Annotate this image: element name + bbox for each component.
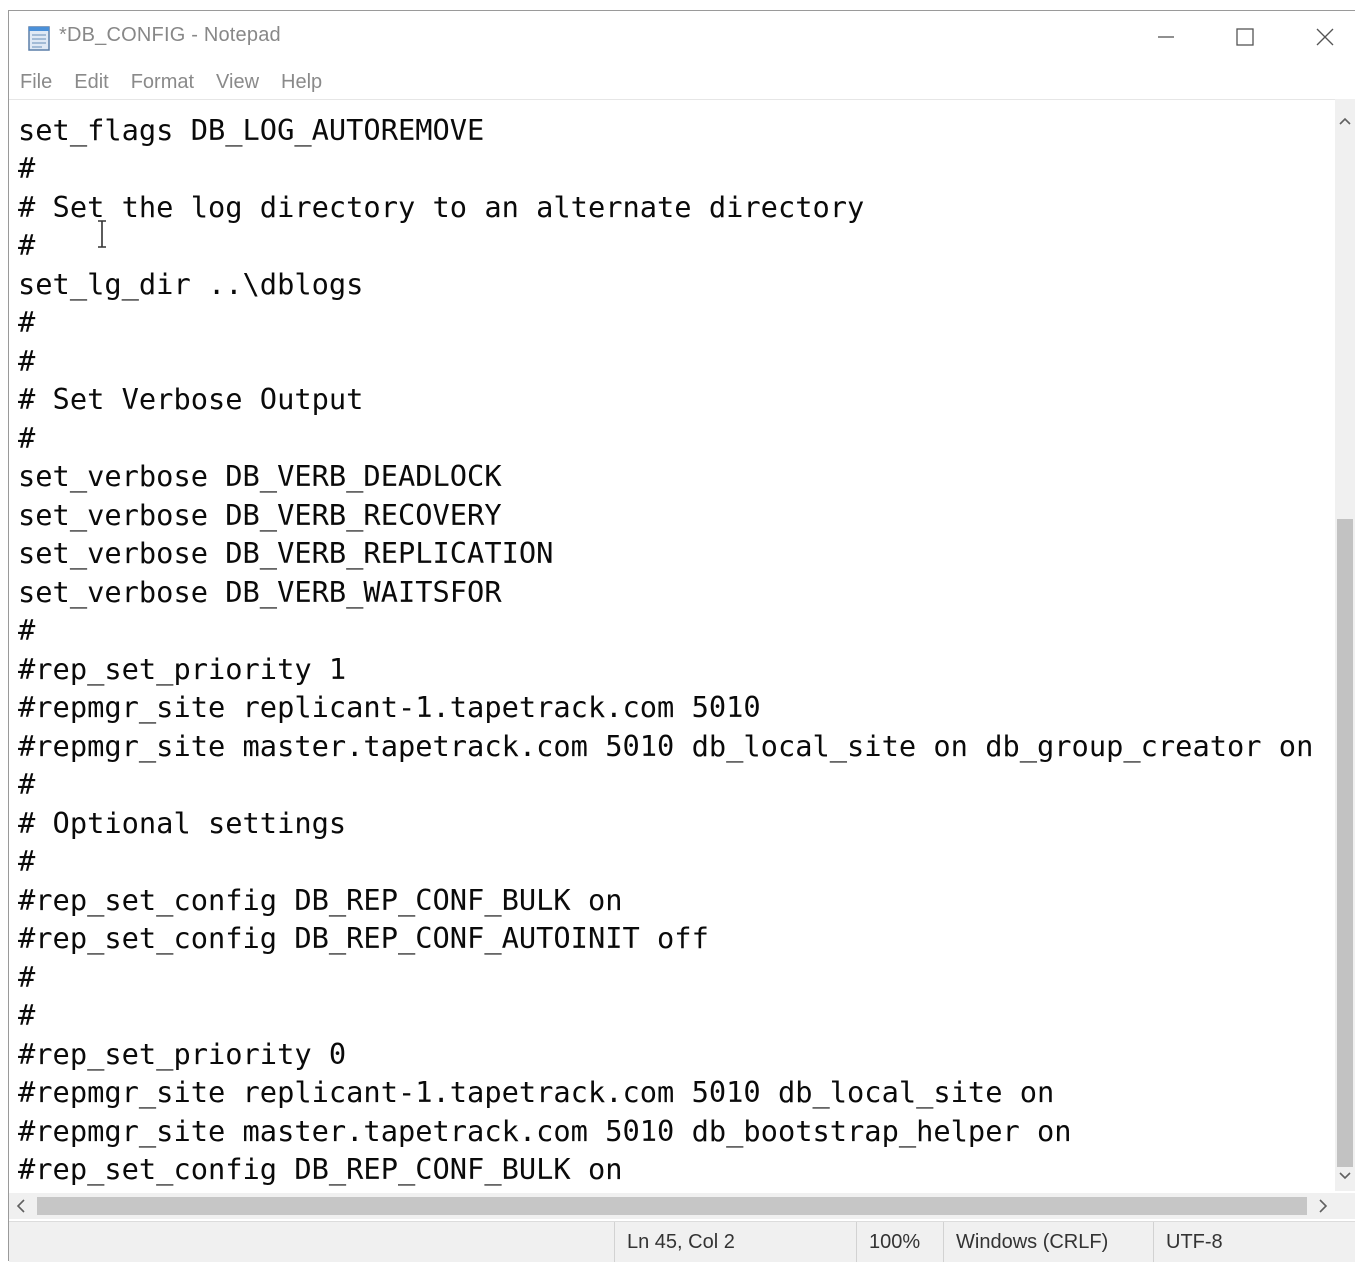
- editor-line: #: [18, 844, 36, 878]
- status-bar: Ln 45, Col 2 100% Windows (CRLF) UTF-8: [9, 1221, 1355, 1262]
- minimize-button[interactable]: [1126, 11, 1206, 63]
- horizontal-scroll-thumb[interactable]: [37, 1197, 1307, 1215]
- maximize-button[interactable]: [1205, 11, 1285, 63]
- editor-line: set_verbose DB_VERB_REPLICATION: [18, 536, 554, 570]
- vertical-scroll-thumb[interactable]: [1337, 519, 1353, 1167]
- vertical-scrollbar[interactable]: [1335, 99, 1355, 1191]
- zoom-level: 100%: [856, 1222, 943, 1262]
- close-button[interactable]: [1285, 11, 1355, 63]
- notepad-icon: [25, 24, 53, 52]
- cursor-position: Ln 45, Col 2: [614, 1222, 856, 1262]
- menu-file[interactable]: File: [9, 67, 63, 97]
- encoding: UTF-8: [1153, 1222, 1355, 1262]
- line-ending: Windows (CRLF): [943, 1222, 1153, 1262]
- editor-line: #: [18, 998, 36, 1032]
- window-title: *DB_CONFIG - Notepad: [59, 24, 281, 46]
- editor-line: #repmgr_site master.tapetrack.com 5010 d…: [18, 1114, 1072, 1148]
- editor-line: #rep_set_priority 0: [18, 1037, 347, 1071]
- editor-line: set_verbose DB_VERB_RECOVERY: [18, 498, 502, 532]
- horizontal-scrollbar[interactable]: [9, 1193, 1335, 1219]
- scroll-up-icon[interactable]: [1338, 111, 1352, 130]
- minimize-icon: [1158, 36, 1174, 38]
- editor-line: #: [18, 344, 36, 378]
- maximize-icon: [1236, 28, 1254, 46]
- notepad-window: *DB_CONFIG - Notepad File Edit Format Vi…: [8, 10, 1355, 1262]
- scroll-down-icon[interactable]: [1338, 1166, 1352, 1185]
- menu-edit[interactable]: Edit: [63, 67, 119, 97]
- editor-line: #: [18, 613, 36, 647]
- editor-line: #: [18, 151, 36, 185]
- editor-line: #rep_set_priority 1: [18, 652, 347, 686]
- editor-line: #: [18, 228, 36, 262]
- editor-line: #repmgr_site replicant-1.tapetrack.com 5…: [18, 690, 761, 724]
- editor-line: #: [18, 960, 36, 994]
- editor-line: #rep_set_config DB_REP_CONF_BULK on: [18, 1152, 623, 1186]
- close-icon: [1316, 28, 1334, 46]
- menu-bar: File Edit Format View Help: [9, 67, 1355, 97]
- editor-line: #repmgr_site master.tapetrack.com 5010 d…: [18, 729, 1314, 763]
- scroll-left-icon[interactable]: [15, 1198, 27, 1218]
- scroll-right-icon[interactable]: [1317, 1198, 1329, 1218]
- title-bar[interactable]: *DB_CONFIG - Notepad: [9, 11, 1355, 63]
- editor-line: set_lg_dir ..\dblogs: [18, 267, 364, 301]
- menu-help[interactable]: Help: [270, 67, 333, 97]
- i-beam-cursor-icon: [95, 220, 109, 253]
- editor-line: # Set Verbose Output: [18, 382, 364, 416]
- editor-line: #: [18, 305, 36, 339]
- editor-line: # Set the log directory to an alternate …: [18, 190, 865, 224]
- editor-line: #rep_set_config DB_REP_CONF_BULK on: [18, 883, 623, 917]
- scrollbar-corner: [1335, 1193, 1355, 1219]
- editor-line: #rep_set_config DB_REP_CONF_AUTOINIT off: [18, 921, 709, 955]
- text-editor[interactable]: set_flags DB_LOG_AUTOREMOVE # # Set the …: [9, 99, 1335, 1192]
- editor-line: # Optional settings: [18, 806, 347, 840]
- editor-line: set_flags DB_LOG_AUTOREMOVE: [18, 113, 485, 147]
- editor-line: #: [18, 767, 36, 801]
- menu-format[interactable]: Format: [120, 67, 205, 97]
- editor-line: #: [18, 421, 36, 455]
- menu-view[interactable]: View: [205, 67, 270, 97]
- editor-line: set_verbose DB_VERB_DEADLOCK: [18, 459, 502, 493]
- editor-line: #repmgr_site replicant-1.tapetrack.com 5…: [18, 1075, 1055, 1109]
- editor-line: set_verbose DB_VERB_WAITSFOR: [18, 575, 502, 609]
